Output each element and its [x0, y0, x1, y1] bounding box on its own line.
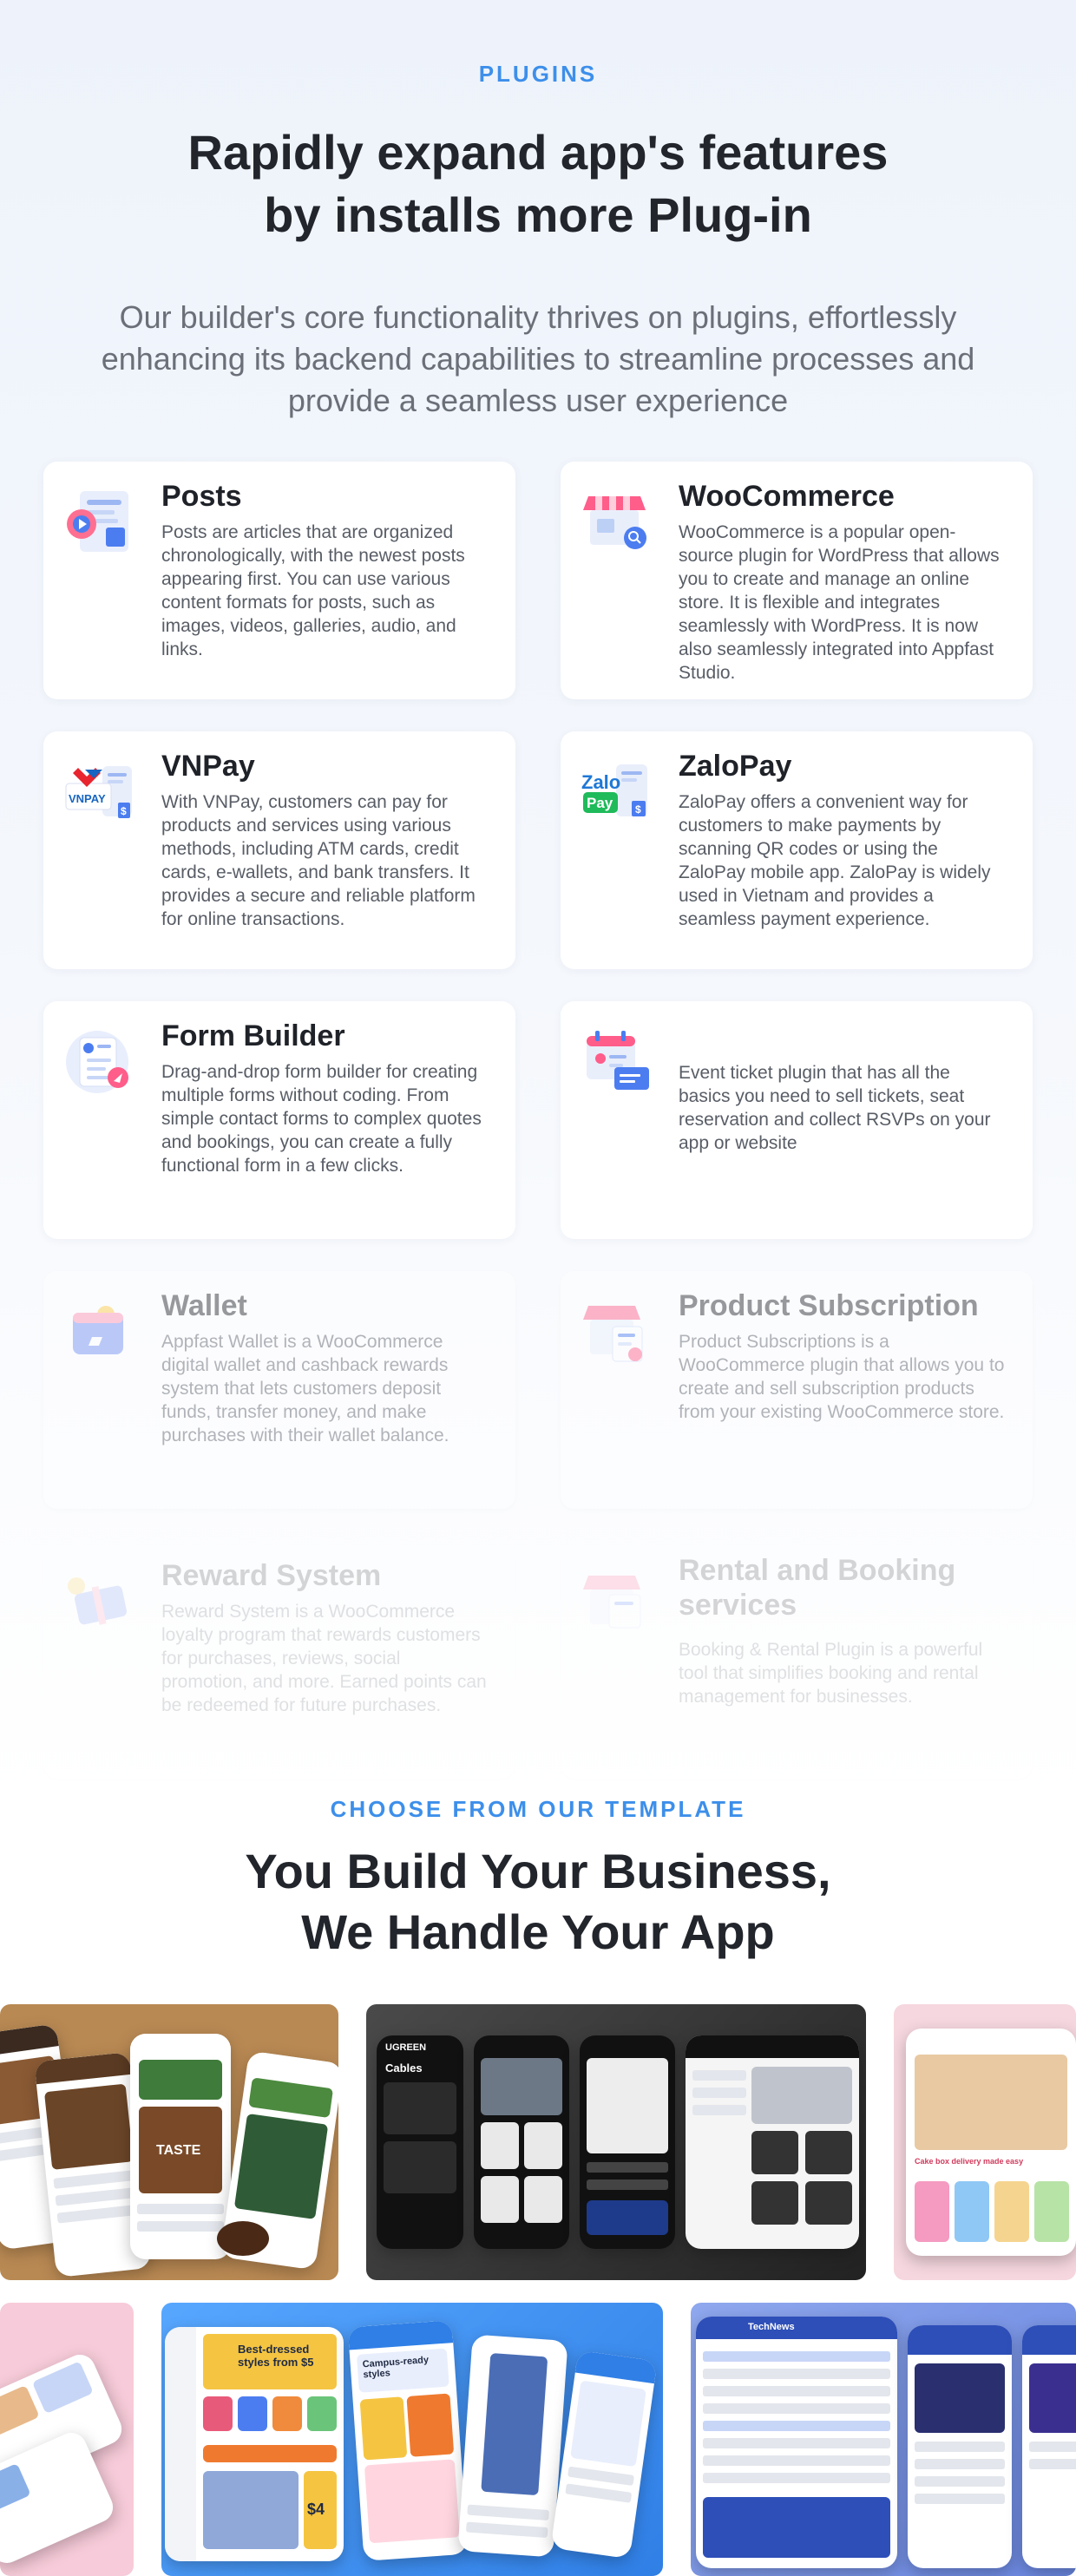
- plugin-card-wallet[interactable]: Wallet Appfast Wallet is a WooCommerce d…: [43, 1271, 515, 1509]
- plugin-card-woocommerce[interactable]: WooCommerce WooCommerce is a popular ope…: [561, 462, 1033, 699]
- coffee-template[interactable]: TASTE: [0, 2004, 338, 2280]
- wallet-icon: [61, 1294, 139, 1372]
- svg-text:$: $: [121, 805, 127, 817]
- plugin-card-product-subscription[interactable]: Product Subscription Product Subscriptio…: [561, 1271, 1033, 1509]
- plugin-card-vnpay[interactable]: VNPAY $ VNPay With VNPay, customers can …: [43, 731, 515, 969]
- subscription-store-icon: [578, 1294, 656, 1372]
- plugin-title: VNPay: [161, 750, 255, 783]
- plugin-description: Posts are articles that are organized ch…: [161, 522, 465, 659]
- gift-card-icon: [61, 1563, 139, 1642]
- plugin-title: Wallet: [161, 1289, 247, 1322]
- plugin-title: Rental and Booking services: [679, 1554, 956, 1622]
- vnpay-logo-icon: VNPAY $: [61, 754, 139, 832]
- plugin-card-event-ticket[interactable]: Event ticket plugin that has all the bas…: [561, 1001, 1033, 1239]
- form-icon: [61, 1024, 139, 1102]
- plugin-description: Booking & Rental Plugin is a powerful to…: [679, 1640, 983, 1707]
- templates-title-line2: We Handle Your App: [301, 1904, 775, 1959]
- plugin-description: Product Subscriptions is a WooCommerce p…: [679, 1332, 1005, 1422]
- plugin-card-zalopay[interactable]: Zalo Pay $ ZaloPay ZaloPay offers a conv…: [561, 731, 1033, 969]
- plugins-title-line2: by installs more Plug-in: [264, 187, 812, 242]
- plugin-title: Reward System: [161, 1559, 382, 1592]
- plugins-subtitle: Our builder's core functionality thrives…: [101, 299, 975, 418]
- plugin-card-reward-system[interactable]: Reward System Reward System is a WooComm…: [43, 1541, 515, 1779]
- plugin-description: Reward System is a WooCommerce loyalty p…: [161, 1602, 487, 1715]
- plugins-title: Rapidly expand app's features by install…: [0, 121, 1076, 246]
- plugin-title: Posts: [161, 480, 242, 513]
- technews-template[interactable]: TechNews: [691, 2303, 1076, 2576]
- plugin-card-posts[interactable]: Posts Posts are articles that are organi…: [43, 462, 515, 699]
- zalopay-logo-icon: Zalo Pay $: [578, 754, 656, 832]
- svg-text:Zalo: Zalo: [581, 771, 620, 793]
- plugin-title: WooCommerce: [679, 480, 895, 513]
- store-icon: [578, 484, 656, 562]
- plugin-title: ZaloPay: [679, 750, 792, 783]
- plugin-description: WooCommerce is a popular open-source plu…: [679, 522, 1000, 683]
- svg-text:$: $: [635, 803, 641, 816]
- ugreen-template[interactable]: UGREEN Cables: [366, 2004, 866, 2280]
- templates-title: You Build Your Business, We Handle Your …: [0, 1841, 1076, 1963]
- cake-template[interactable]: Cake box delivery made easy: [894, 2004, 1076, 2280]
- plugin-card-form-builder[interactable]: Form Builder Drag-and-drop form builder …: [43, 1001, 515, 1239]
- plugin-description: Drag-and-drop form builder for creating …: [161, 1062, 482, 1176]
- plugin-title: Product Subscription: [679, 1289, 979, 1322]
- fashion-price: $4: [307, 2501, 325, 2518]
- pink-template[interactable]: [0, 2303, 134, 2576]
- coffee-bean-decoration: [217, 2221, 269, 2256]
- plugins-section: PLUGINS Rapidly expand app's features by…: [0, 0, 1076, 1805]
- plugins-title-line1: Rapidly expand app's features: [187, 125, 889, 180]
- booking-store-icon: [578, 1563, 656, 1642]
- fashion-template[interactable]: Best-dressed styles from $5 $4 Campus-re…: [161, 2303, 663, 2576]
- plugins-eyebrow: PLUGINS: [478, 61, 598, 87]
- plugin-description: Appfast Wallet is a WooCommerce digital …: [161, 1332, 449, 1445]
- plugin-description: ZaloPay offers a convenient way for cust…: [679, 792, 991, 929]
- plugin-card-rental-booking[interactable]: Rental and Booking services Booking & Re…: [561, 1541, 1033, 1779]
- cake-headline: Cake box delivery made easy: [915, 2157, 1024, 2166]
- plugin-title: Form Builder: [161, 1019, 345, 1052]
- fashion-headline: Best-dressed styles from $5: [238, 2343, 314, 2369]
- ugreen-cables-label: Cables: [385, 2061, 423, 2075]
- plugin-description: Event ticket plugin that has all the bas…: [679, 1063, 991, 1153]
- svg-text:Pay: Pay: [587, 795, 613, 811]
- technews-logo: TechNews: [748, 2322, 795, 2332]
- coffee-taste-label: TASTE: [156, 2143, 201, 2158]
- templates-title-line1: You Build Your Business,: [245, 1844, 831, 1898]
- svg-text:VNPAY: VNPAY: [69, 792, 106, 805]
- templates-section: CHOOSE FROM OUR TEMPLATE You Build Your …: [0, 1796, 1076, 2576]
- templates-eyebrow: CHOOSE FROM OUR TEMPLATE: [330, 1796, 746, 1822]
- ugreen-logo: UGREEN: [385, 2042, 427, 2053]
- calendar-ticket-icon: [578, 1024, 656, 1102]
- plugin-description: With VNPay, customers can pay for produc…: [161, 792, 476, 929]
- posts-icon: [61, 484, 139, 562]
